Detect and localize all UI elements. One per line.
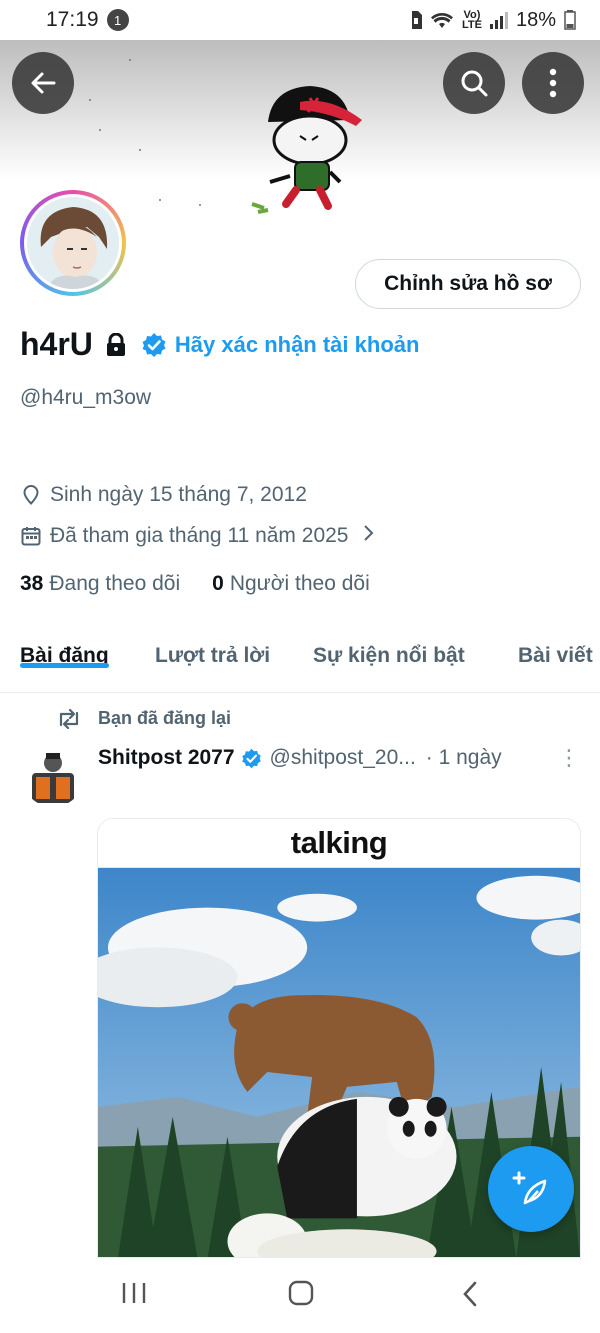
edit-profile-button[interactable]: Chỉnh sửa hồ sơ: [355, 259, 581, 309]
notification-count-badge: 1: [106, 9, 129, 31]
calendar-icon: [20, 526, 42, 546]
followers-label[interactable]: Người theo dõi: [230, 572, 370, 596]
search-button[interactable]: [443, 52, 505, 114]
status-icons: Vo) LTE 18%: [410, 9, 576, 32]
following-label[interactable]: Đang theo dõi: [49, 572, 180, 596]
follow-stats: 38 Đang theo dõi 0 Người theo dõi: [20, 572, 370, 596]
post-avatar-drawing: [22, 745, 84, 807]
location-pin-icon: [20, 484, 42, 506]
more-vertical-icon: [549, 68, 557, 98]
battery-percent: 18%: [515, 8, 556, 31]
repost-indicator: Bạn đã đăng lại: [56, 708, 231, 729]
display-name: h4rU: [20, 326, 93, 362]
status-time: 17:19: [46, 8, 99, 31]
post-more-button[interactable]: ⋮: [558, 747, 580, 769]
avatar-drawing: [27, 197, 119, 289]
signal-icon: [489, 12, 508, 29]
profile-avatar[interactable]: [20, 190, 126, 296]
tab-replies[interactable]: Lượt trả lời: [155, 626, 270, 668]
verified-badge-icon: [241, 748, 262, 769]
volte-bottom: LTE: [462, 19, 482, 31]
search-icon: [461, 70, 488, 97]
back-button[interactable]: [12, 52, 74, 114]
following-count[interactable]: 38: [20, 572, 43, 596]
compose-feather-icon: [512, 1171, 547, 1205]
home-icon: [288, 1280, 314, 1306]
battery-icon: [564, 10, 576, 30]
system-back-button[interactable]: [460, 1280, 480, 1308]
tab-posts[interactable]: Bài đăng: [20, 626, 109, 668]
profile-tabs: Bài đăng Lượt trả lời Sự kiện nổi bật Bà…: [0, 626, 600, 693]
status-bar: 17:19 1 Vo) LTE 18%: [0, 0, 600, 40]
volte-indicator: Vo) LTE: [462, 10, 482, 31]
post-author-handle[interactable]: @shitpost_20...: [270, 746, 416, 770]
birthday-text: Sinh ngày 15 tháng 7, 2012: [50, 483, 307, 506]
followers-count[interactable]: 0: [212, 572, 224, 596]
repost-icon: [56, 708, 82, 729]
birthday-row: Sinh ngày 15 tháng 7, 2012: [20, 483, 307, 507]
compose-button[interactable]: [488, 1146, 574, 1232]
post-header: Shitpost 2077 @shitpost_20... · 1 ngày ⋮: [98, 746, 580, 770]
recents-icon: [122, 1283, 146, 1303]
system-nav-bar: [0, 1258, 600, 1333]
profile-handle: @h4ru_m3ow: [20, 386, 152, 409]
home-button[interactable]: [288, 1280, 314, 1306]
wifi-icon: [431, 13, 453, 28]
chevron-right-icon: [362, 524, 374, 548]
verify-account-link[interactable]: Hãy xác nhận tài khoản: [175, 332, 420, 358]
avatar-ring-inner: [24, 194, 122, 292]
post-author-avatar[interactable]: [22, 745, 84, 807]
tab-highlights[interactable]: Sự kiện nổi bật: [313, 626, 465, 668]
post-author-name[interactable]: Shitpost 2077: [98, 746, 235, 770]
lock-icon: [105, 332, 127, 357]
profile-name-row: h4rU Hãy xác nhận tài khoản: [20, 326, 419, 363]
tab-articles[interactable]: Bài viết: [518, 626, 593, 668]
avatar-image: [27, 197, 119, 289]
recent-apps-button[interactable]: [121, 1280, 147, 1306]
more-options-button[interactable]: [522, 52, 584, 114]
sim-icon: [412, 11, 422, 29]
repost-label: Bạn đã đăng lại: [98, 708, 232, 728]
verified-badge-icon[interactable]: [141, 332, 167, 358]
joined-text: Đã tham gia tháng 11 năm 2025: [50, 524, 349, 547]
chevron-left-icon: [463, 1281, 477, 1307]
media-caption: talking: [98, 819, 580, 867]
post-time: · 1 ngày: [425, 746, 502, 769]
arrow-left-icon: [31, 72, 56, 94]
joined-row[interactable]: Đã tham gia tháng 11 năm 2025: [20, 524, 374, 548]
